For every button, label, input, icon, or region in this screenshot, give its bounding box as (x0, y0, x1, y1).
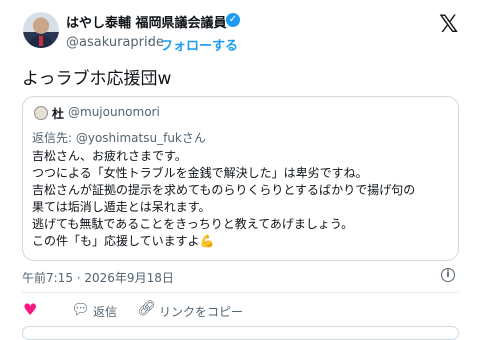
quoted-line: 吉松さんが証拠の提示を求めてものらりくらりとするばかりで揚げ句の (32, 183, 416, 197)
quoted-line: 逃げても無駄であることをきっちりと教えてあげましょう。 (32, 217, 354, 231)
handle-separator: · (148, 35, 153, 50)
comment-icon[interactable]: 💬︎ (71, 301, 90, 317)
reply-to-label: 返信先: @yoshimatsu_fukさん (32, 129, 206, 146)
quoted-avatar[interactable] (34, 106, 48, 120)
heart-icon[interactable]: ♥ (23, 302, 37, 318)
quoted-line: つつによる「女性トラブルを金銭で解決した」は卑劣ですね。 (32, 166, 368, 180)
quoted-author-handle: @mujounomori (68, 105, 160, 119)
info-icon[interactable]: i (441, 268, 455, 282)
flexed-biceps-icon: 💪 (199, 234, 215, 248)
quoted-line: 果ては垢消し遁走とは呆れます。 (32, 200, 211, 214)
action-divider (22, 292, 459, 293)
avatar-tie (39, 36, 43, 46)
tweet-timestamp[interactable]: 午前7:15 · 2026年9月18日 (22, 269, 174, 286)
reply-to-handle[interactable]: @yoshimatsu_fukさん (76, 131, 206, 145)
quoted-line: この件「も」応援していますよ (32, 234, 200, 248)
copy-link-button[interactable]: リンクをコピー (159, 303, 243, 320)
reply-to-prefix: 返信先: (32, 131, 76, 145)
author-name[interactable]: はやし泰輔 福岡県議会議員 (66, 12, 227, 31)
author-avatar[interactable] (23, 12, 59, 48)
quoted-line: 吉松さん、お疲れさまです。 (32, 149, 187, 163)
reply-button[interactable]: 返信 (93, 303, 117, 320)
tweet-text: よっラブホ応援団w (22, 69, 172, 89)
follow-button[interactable]: フォローする (160, 35, 238, 54)
quoted-author-name: 杜 (52, 107, 65, 121)
read-replies-button[interactable] (22, 326, 459, 340)
link-icon[interactable]: 🔗︎ (137, 300, 156, 316)
quoted-last-line: この件「も」応援していますよ💪 (32, 233, 215, 249)
x-logo-icon[interactable]: 𝕏 (439, 10, 458, 38)
verified-badge-icon: ✓ (226, 13, 240, 27)
